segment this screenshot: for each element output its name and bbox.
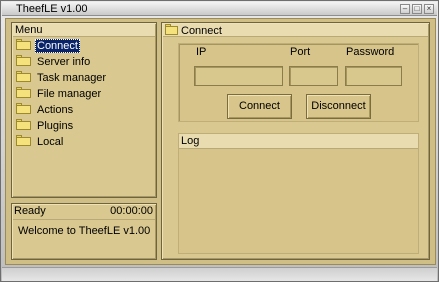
close-button[interactable]: × xyxy=(424,4,434,14)
connect-button[interactable]: Connect xyxy=(227,94,292,119)
connect-title: Connect xyxy=(181,25,222,37)
password-input[interactable] xyxy=(345,66,402,86)
menu-item-label: Server info xyxy=(37,56,91,68)
menu-item-server-info[interactable]: Server info xyxy=(16,55,92,69)
disconnect-button[interactable]: Disconnect xyxy=(306,94,371,119)
menu-item-label: Plugins xyxy=(37,120,74,132)
ip-label: IP xyxy=(196,46,207,58)
menu-item-connect[interactable]: Connect xyxy=(16,39,80,53)
status-panel: Ready 00:00:00 Welcome to TheefLE v1.00 xyxy=(11,203,157,260)
folder-icon xyxy=(16,39,31,50)
app-window: TheefLE v1.00 – □ × Menu Connect Server … xyxy=(0,0,439,282)
title-bar[interactable]: TheefLE v1.00 – □ × xyxy=(2,2,437,16)
menu-item-actions[interactable]: Actions xyxy=(16,103,75,117)
status-state: Ready xyxy=(14,205,46,217)
status-message: Welcome to TheefLE v1.00 xyxy=(18,225,151,237)
menu-item-label: Actions xyxy=(37,104,74,116)
window-bottom-border xyxy=(2,267,437,281)
folder-icon xyxy=(16,87,31,98)
status-divider xyxy=(13,219,155,220)
window-title: TheefLE v1.00 xyxy=(16,3,88,15)
port-label: Port xyxy=(290,46,311,58)
menu-item-task-manager[interactable]: Task manager xyxy=(16,71,108,85)
folder-icon xyxy=(16,135,31,146)
menu-header: Menu xyxy=(13,24,155,37)
menu-item-label: Task manager xyxy=(37,72,107,84)
password-label: Password xyxy=(346,46,395,58)
connect-panel: Connect IP Port Password Connect Disconn… xyxy=(161,22,430,260)
minimize-button[interactable]: – xyxy=(400,4,410,14)
folder-icon xyxy=(16,55,31,66)
menu-panel: Menu Connect Server info Task manager Fi… xyxy=(11,22,157,198)
menu-item-local[interactable]: Local xyxy=(16,135,65,149)
folder-icon xyxy=(165,24,178,35)
menu-item-plugins[interactable]: Plugins xyxy=(16,119,75,133)
menu-item-file-manager[interactable]: File manager xyxy=(16,87,103,101)
menu-item-label: Local xyxy=(37,136,64,148)
maximize-button[interactable]: □ xyxy=(412,4,422,14)
connect-header: Connect xyxy=(163,24,428,37)
client-area: Menu Connect Server info Task manager Fi… xyxy=(5,18,436,265)
menu-item-label: Connect xyxy=(35,39,80,53)
ip-input[interactable] xyxy=(194,66,283,86)
folder-icon xyxy=(16,119,31,130)
log-content[interactable] xyxy=(179,150,418,253)
log-header: Log xyxy=(179,134,418,149)
log-panel: Log xyxy=(178,133,419,254)
port-input[interactable] xyxy=(289,66,338,86)
status-timer: 00:00:00 xyxy=(110,205,153,217)
connection-form: IP Port Password Connect Disconnect xyxy=(178,43,419,122)
menu-item-label: File manager xyxy=(37,88,102,100)
folder-icon xyxy=(16,71,31,82)
folder-icon xyxy=(16,103,31,114)
